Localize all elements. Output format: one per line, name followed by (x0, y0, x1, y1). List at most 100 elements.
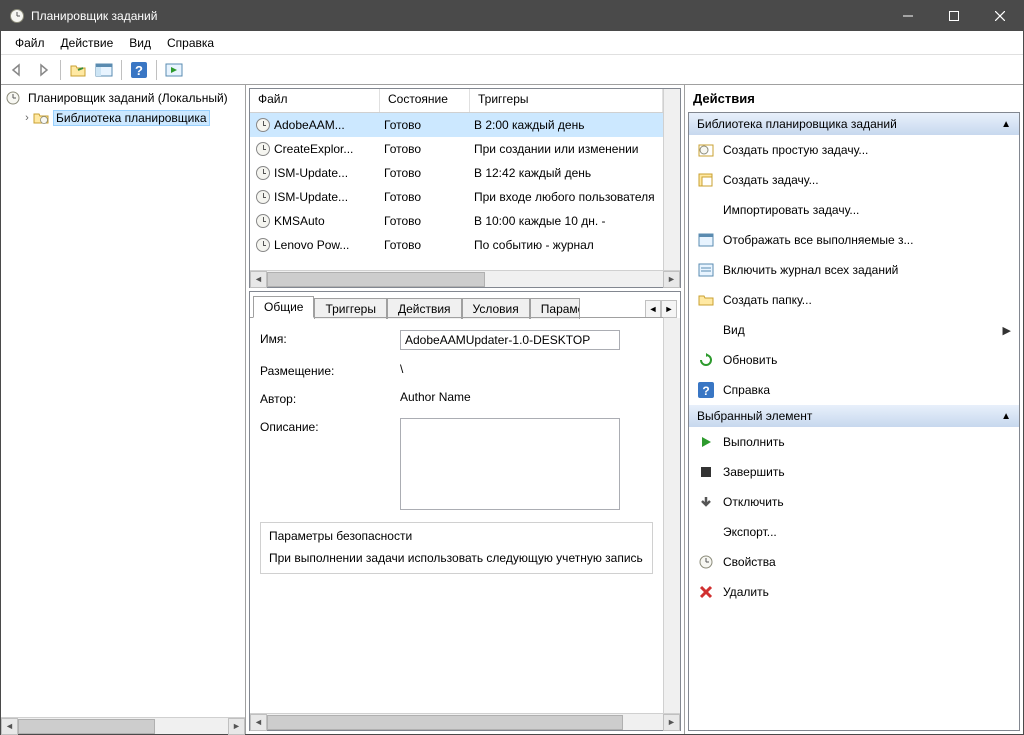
scroll-right-icon[interactable]: ► (663, 714, 680, 731)
tree-hscroll[interactable]: ◄ ► (1, 717, 245, 734)
column-file[interactable]: Файл (250, 89, 380, 112)
window-controls (885, 1, 1023, 31)
actions-body: Библиотека планировщика заданий ▲ Создат… (688, 112, 1020, 731)
list-header: Файл Состояние Триггеры (250, 89, 663, 113)
task-row[interactable]: ISM-Update... Готово При входе любого по… (250, 185, 663, 209)
column-state[interactable]: Состояние (380, 89, 470, 112)
collapse-icon: ▲ (1001, 411, 1011, 422)
delete-icon (697, 583, 715, 601)
tab-triggers[interactable]: Триггеры (314, 298, 387, 319)
show-running-icon (697, 231, 715, 249)
action-refresh[interactable]: Обновить (689, 345, 1019, 375)
task-row[interactable]: AdobeAAM... Готово В 2:00 каждый день (250, 113, 663, 137)
tree-root[interactable]: Планировщик заданий (Локальный) (1, 88, 245, 108)
task-row[interactable]: CreateExplor... Готово При создании или … (250, 137, 663, 161)
minimize-button[interactable] (885, 1, 931, 31)
scroll-left-icon[interactable]: ◄ (250, 714, 267, 731)
action-export[interactable]: Экспорт... (689, 517, 1019, 547)
tree-root-label: Планировщик заданий (Локальный) (25, 91, 231, 105)
stop-icon (697, 463, 715, 481)
security-text: При выполнении задачи использовать следу… (269, 543, 644, 565)
action-section-library[interactable]: Библиотека планировщика заданий ▲ (689, 113, 1019, 135)
column-triggers[interactable]: Триггеры (470, 89, 663, 112)
tab-scroll-right[interactable]: ► (661, 300, 677, 318)
action-delete[interactable]: Удалить (689, 577, 1019, 607)
action-new-folder[interactable]: Создать папку... (689, 285, 1019, 315)
scheduler-icon (5, 90, 21, 106)
tab-scroll-left[interactable]: ◄ (645, 300, 661, 318)
history-icon (697, 261, 715, 279)
action-enable-history[interactable]: Включить журнал всех заданий (689, 255, 1019, 285)
task-row[interactable]: Lenovo Pow... Готово По событию - журнал (250, 233, 663, 257)
value-location: \ (400, 362, 653, 376)
close-button[interactable] (977, 1, 1023, 31)
label-author: Автор: (260, 390, 400, 406)
tab-general[interactable]: Общие (253, 296, 314, 318)
import-icon (697, 201, 715, 219)
menu-help[interactable]: Справка (159, 34, 222, 52)
toolbar-folder-icon[interactable] (66, 58, 90, 82)
clock-icon (256, 142, 270, 156)
action-create-basic[interactable]: Создать простую задачу... (689, 135, 1019, 165)
menu-view[interactable]: Вид (121, 34, 159, 52)
menu-file[interactable]: Файл (7, 34, 53, 52)
scroll-right-icon[interactable]: ► (663, 271, 680, 288)
action-view[interactable]: Вид ▶ (689, 315, 1019, 345)
textarea-description[interactable] (400, 418, 620, 510)
action-disable[interactable]: Отключить (689, 487, 1019, 517)
collapse-icon: ▲ (1001, 119, 1011, 130)
clock-icon (256, 238, 270, 252)
action-run[interactable]: Выполнить (689, 427, 1019, 457)
details-pane: Общие Триггеры Действия Условия Параметр… (249, 291, 681, 731)
clock-icon (256, 166, 270, 180)
details-hscroll[interactable]: ◄ ► (250, 713, 680, 730)
app-window: Планировщик заданий Файл Действие Вид Сп… (0, 0, 1024, 735)
svg-text:?: ? (135, 63, 143, 78)
actions-pane: Действия Библиотека планировщика заданий… (685, 85, 1023, 734)
scroll-right-icon[interactable]: ► (228, 718, 245, 735)
tab-actions[interactable]: Действия (387, 298, 462, 319)
toolbar-pane-icon[interactable] (92, 58, 116, 82)
back-button[interactable] (5, 58, 29, 82)
toolbar-actions-icon[interactable] (162, 58, 186, 82)
library-folder-icon (33, 110, 49, 126)
value-author: Author Name (400, 390, 653, 404)
task-row[interactable]: KMSAuto Готово В 10:00 каждые 10 дн. - (250, 209, 663, 233)
maximize-button[interactable] (931, 1, 977, 31)
list-hscroll[interactable]: ◄ ► (250, 270, 680, 287)
tab-conditions[interactable]: Условия (462, 298, 530, 319)
tab-params[interactable]: Параметры (530, 298, 580, 319)
window-title: Планировщик заданий (31, 9, 885, 23)
new-folder-icon (697, 291, 715, 309)
tree-pane: Планировщик заданий (Локальный) › Библио… (1, 85, 246, 734)
tabs: Общие Триггеры Действия Условия Параметр… (250, 292, 680, 318)
action-import[interactable]: Импортировать задачу... (689, 195, 1019, 225)
action-create[interactable]: Создать задачу... (689, 165, 1019, 195)
chevron-right-icon: ▶ (1003, 324, 1011, 337)
label-name: Имя: (260, 330, 400, 346)
details-vscroll[interactable] (663, 318, 680, 713)
clock-icon (256, 190, 270, 204)
expand-icon[interactable]: › (21, 112, 33, 124)
action-properties[interactable]: Свойства (689, 547, 1019, 577)
scroll-left-icon[interactable]: ◄ (250, 271, 267, 288)
titlebar: Планировщик заданий (1, 1, 1023, 31)
toolbar-help-icon[interactable]: ? (127, 58, 151, 82)
create-basic-icon (697, 141, 715, 159)
forward-button[interactable] (31, 58, 55, 82)
task-row[interactable]: ISM-Update... Готово В 12:42 каждый день (250, 161, 663, 185)
action-end[interactable]: Завершить (689, 457, 1019, 487)
tree-library[interactable]: › Библиотека планировщика (1, 108, 245, 128)
create-task-icon (697, 171, 715, 189)
input-name[interactable] (400, 330, 620, 350)
task-list: Файл Состояние Триггеры AdobeAAM... Гото… (249, 88, 681, 288)
list-vscroll[interactable] (663, 89, 680, 270)
scroll-left-icon[interactable]: ◄ (1, 718, 18, 735)
action-show-running[interactable]: Отображать все выполняемые з... (689, 225, 1019, 255)
app-icon (9, 8, 25, 24)
action-help[interactable]: ? Справка (689, 375, 1019, 405)
menu-action[interactable]: Действие (53, 34, 122, 52)
clock-icon (256, 214, 270, 228)
action-section-selected[interactable]: Выбранный элемент ▲ (689, 405, 1019, 427)
actions-title: Действия (685, 85, 1023, 112)
